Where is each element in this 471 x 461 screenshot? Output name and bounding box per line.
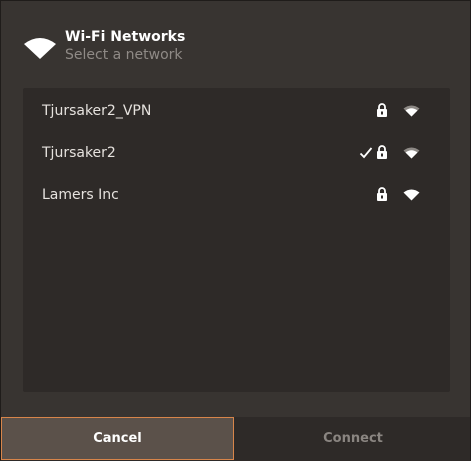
network-row[interactable]: Lamers Inc	[23, 175, 450, 215]
network-name: Tjursaker2	[42, 145, 116, 161]
dialog-footer: Cancel Connect	[1, 417, 470, 461]
lock-icon	[377, 187, 387, 201]
lock-icon	[377, 103, 387, 117]
connect-button[interactable]: Connect	[235, 417, 471, 460]
network-row[interactable]: Tjursaker2_VPN	[23, 91, 450, 131]
check-icon	[359, 147, 373, 159]
wifi-networks-dialog: Wi-Fi Networks Select a network Tjursake…	[0, 0, 471, 461]
wifi-icon	[24, 38, 56, 59]
network-name: Tjursaker2_VPN	[42, 103, 152, 119]
wifi-signal-icon	[403, 105, 420, 117]
dialog-title: Wi-Fi Networks	[65, 29, 186, 45]
wifi-signal-icon	[403, 189, 420, 201]
network-list: Tjursaker2_VPN Tjursaker2 Lamers Inc	[23, 88, 450, 392]
cancel-button[interactable]: Cancel	[1, 417, 234, 460]
network-name: Lamers Inc	[42, 187, 119, 203]
dialog-subtitle: Select a network	[65, 47, 183, 63]
lock-icon	[377, 145, 387, 159]
dialog-header: Wi-Fi Networks Select a network	[1, 1, 470, 81]
network-row[interactable]: Tjursaker2	[23, 133, 450, 173]
wifi-signal-icon	[403, 147, 420, 159]
